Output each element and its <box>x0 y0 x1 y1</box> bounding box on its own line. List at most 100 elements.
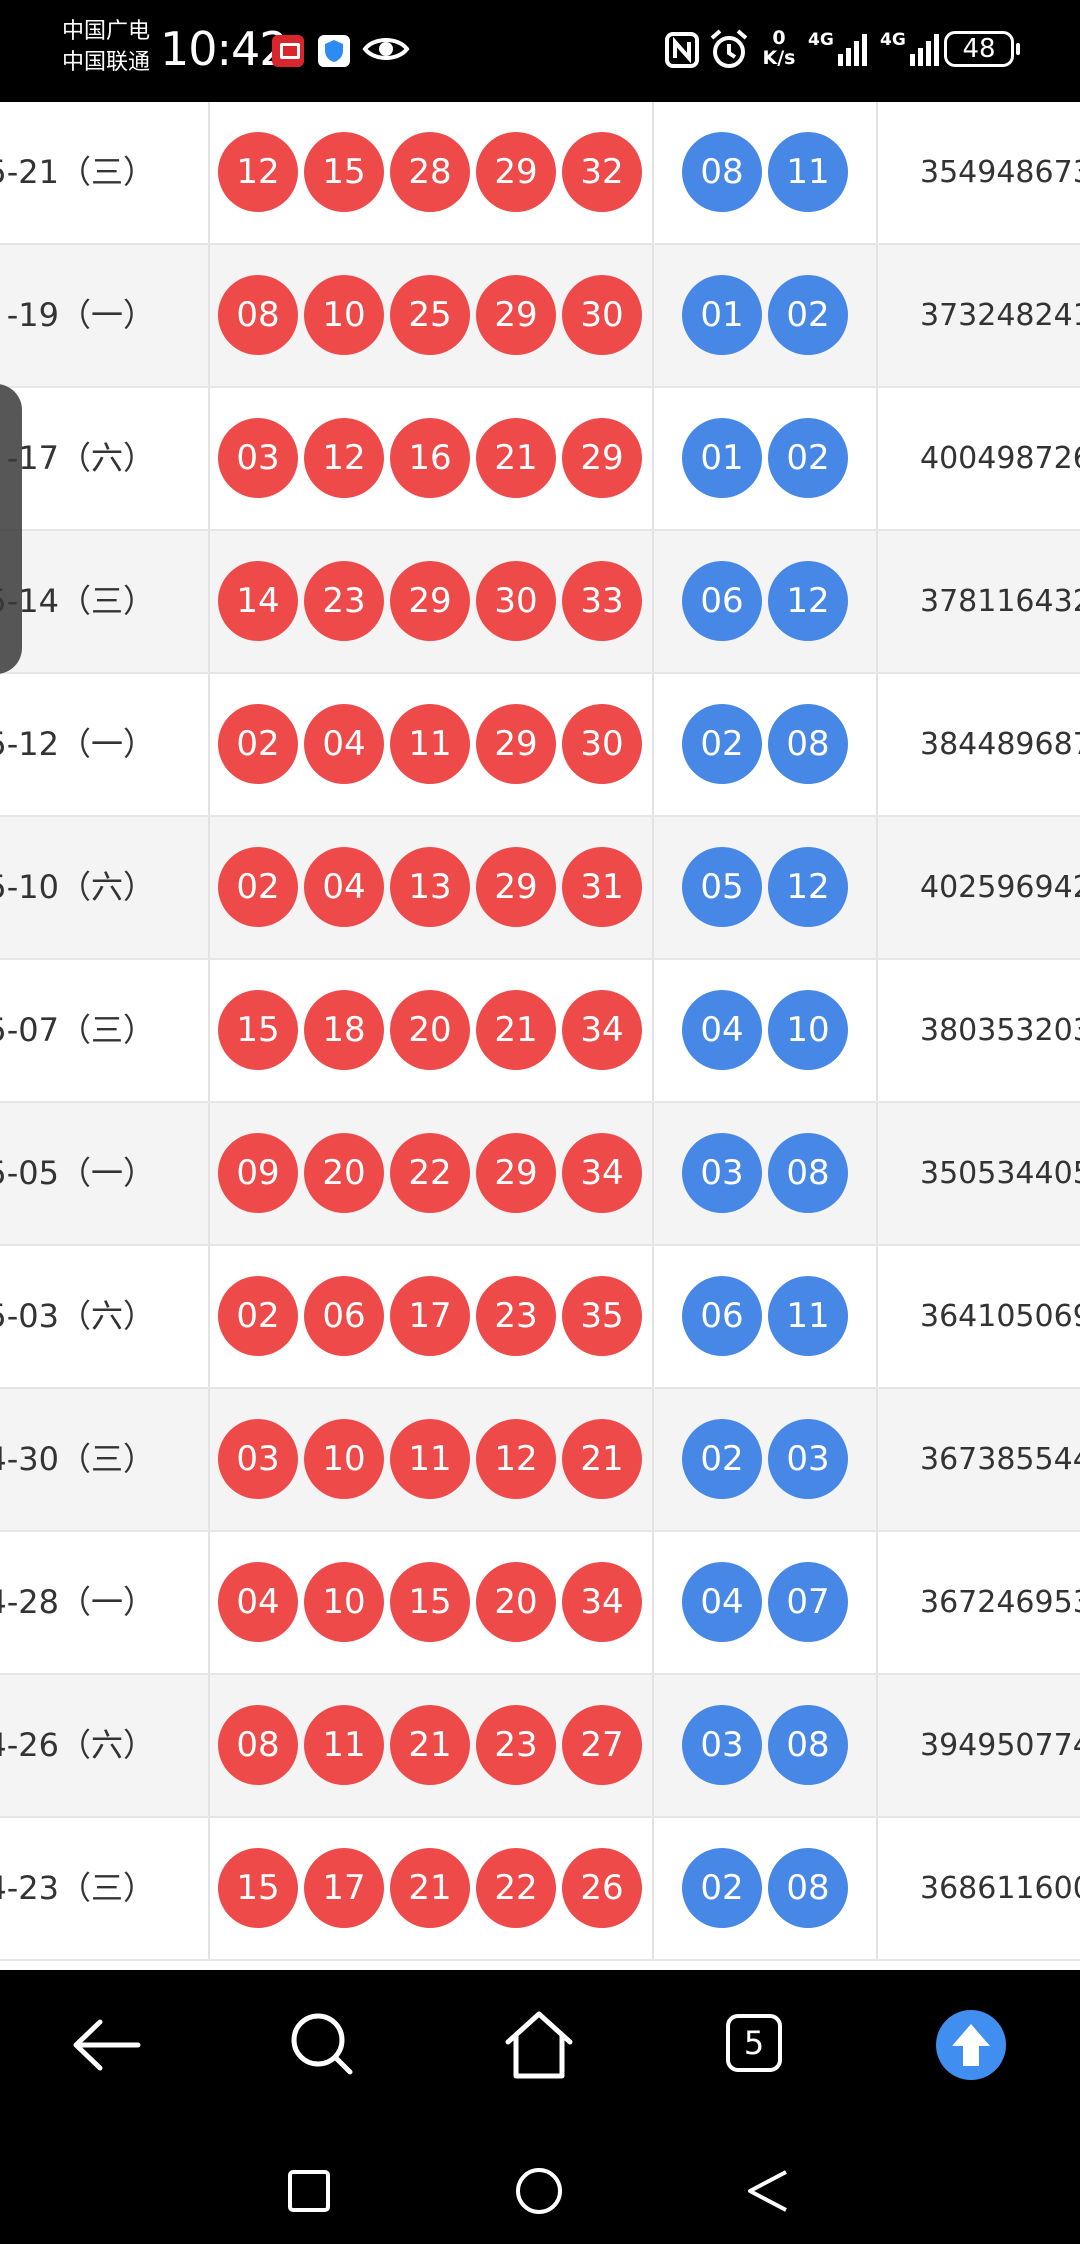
red-ball: 22 <box>390 1133 470 1213</box>
table-row[interactable]: 5-14（三） 14 23 29 30 33 06 12 378116432 <box>0 531 1080 674</box>
draw-date: 4-26（六） <box>0 1726 155 1764</box>
red-ball: 20 <box>304 1133 384 1213</box>
table-row[interactable]: 5-12（一） 02 04 11 29 30 02 08 384489687 <box>0 674 1080 817</box>
browser-toolbar: 5 <box>0 1970 1080 2120</box>
red-ball: 21 <box>476 418 556 498</box>
network-speed-unit: K/s <box>762 47 796 69</box>
column-divider <box>208 1389 210 1530</box>
red-ball: 15 <box>390 1562 470 1642</box>
search-icon <box>291 2013 353 2075</box>
red-ball: 17 <box>390 1276 470 1356</box>
red-ball: 02 <box>218 847 298 927</box>
battery-indicator: 48 <box>944 31 1020 67</box>
back-triangle-icon[interactable] <box>744 2166 794 2216</box>
alarm-icon <box>710 29 748 68</box>
column-divider <box>208 674 210 815</box>
column-divider <box>652 817 654 958</box>
network-speed-value: 0 <box>772 27 786 49</box>
column-divider <box>652 245 654 386</box>
nfc-icon <box>665 32 699 68</box>
home-button[interactable] <box>494 2000 584 2090</box>
table-row[interactable]: 05-21（三） 1215282932 0811 354948673 <box>0 102 1080 245</box>
red-ball: 35 <box>562 1276 642 1356</box>
draw-date: -17（六） <box>6 439 155 477</box>
scroll-top-button[interactable] <box>926 2000 1016 2090</box>
column-divider <box>652 1246 654 1387</box>
sales-amount: 402596942 <box>920 870 1080 905</box>
blue-ball: 06 <box>682 561 762 641</box>
back-button[interactable] <box>62 2000 152 2090</box>
recents-square-icon[interactable] <box>286 2168 332 2214</box>
table-row[interactable]: 4-30（三） 03 10 11 12 21 02 03 367385544 <box>0 1389 1080 1532</box>
red-ball: 31 <box>562 847 642 927</box>
draw-date: 5-14（三） <box>0 582 155 620</box>
tabs-icon: 5 <box>726 2014 782 2072</box>
red-ball: 17 <box>304 1848 384 1928</box>
red-ball: 21 <box>390 1848 470 1928</box>
red-ball: 13 <box>390 847 470 927</box>
blue-ball: 03 <box>682 1705 762 1785</box>
news-app-icon <box>272 35 304 67</box>
red-ball: 29 <box>476 1133 556 1213</box>
red-ball: 33 <box>562 561 642 641</box>
sales-amount: 373248241 <box>920 298 1080 333</box>
draw-date: 5-12（一） <box>0 725 155 763</box>
blue-ball: 01 <box>682 418 762 498</box>
table-row[interactable]: 4-26（六） 08 11 21 23 27 03 08 394950774 <box>0 1675 1080 1818</box>
blue-ball: 02 <box>768 275 848 355</box>
red-ball: 34 <box>562 990 642 1070</box>
table-row[interactable]: 5-07（三） 15 18 20 21 34 04 10 380353203 <box>0 960 1080 1103</box>
column-divider <box>876 1675 878 1816</box>
column-divider <box>208 1818 210 1959</box>
network-speed: 0 K/s <box>760 28 798 68</box>
column-divider <box>876 1103 878 1244</box>
blue-ball: 11 <box>768 1276 848 1356</box>
draw-date: -19（一） <box>6 296 155 334</box>
blue-ball: 08 <box>768 1133 848 1213</box>
table-row[interactable]: -19（一） 08 10 25 29 30 01 02 373248241 <box>0 245 1080 388</box>
blue-ball: 03 <box>768 1419 848 1499</box>
red-ball: 29 <box>562 418 642 498</box>
red-ball: 28 <box>390 132 470 212</box>
sales-amount: 367385544 <box>920 1442 1080 1477</box>
floating-side-handle[interactable] <box>0 384 22 674</box>
table-row[interactable]: 5-03（六） 02 06 17 23 35 06 11 364105069 <box>0 1246 1080 1389</box>
column-divider <box>208 388 210 529</box>
sales-amount: 364105069 <box>920 1299 1080 1334</box>
column-divider <box>876 102 878 243</box>
column-divider <box>876 1246 878 1387</box>
draw-results-table[interactable]: 05-21（三）12152829320811354948673 -19（一） 08 1… <box>0 102 1080 1970</box>
red-ball: 22 <box>476 1848 556 1928</box>
table-row[interactable]: 4-28（一） 04 10 15 20 34 04 07 367246953 <box>0 1532 1080 1675</box>
column-divider <box>208 1532 210 1673</box>
back-arrow-icon <box>73 2019 141 2071</box>
sales-amount: 384489687 <box>920 727 1080 762</box>
blue-ball: 10 <box>768 990 848 1070</box>
table-row[interactable]: 05-05（一） 0920222934 0308 350534405 <box>0 1103 1080 1246</box>
signal-bars-2-icon <box>910 34 939 66</box>
sales-amount: 400498726 <box>920 441 1080 476</box>
draw-date: 5-10（六） <box>0 868 155 906</box>
red-ball: 15 <box>218 1848 298 1928</box>
red-ball: 15 <box>218 990 298 1070</box>
draw-date: 4-28（一） <box>0 1583 155 1621</box>
blue-ball: 05 <box>682 847 762 927</box>
column-divider <box>208 1246 210 1387</box>
table-row[interactable]: -17（六） 03 12 16 21 29 01 02 400498726 <box>0 388 1080 531</box>
search-button[interactable] <box>278 2000 368 2090</box>
red-ball: 30 <box>476 561 556 641</box>
table-row[interactable]: 4-23（三） 15 17 21 22 26 02 08 368611600 <box>0 1818 1080 1961</box>
red-ball: 03 <box>218 418 298 498</box>
red-ball: 21 <box>390 1705 470 1785</box>
carrier-names: 中国广电 中国联通 <box>62 16 150 78</box>
home-circle-icon[interactable] <box>514 2166 564 2216</box>
sales-amount: 368611600 <box>920 1871 1080 1906</box>
red-ball: 21 <box>476 990 556 1070</box>
table-row[interactable]: 5-10（六） 02 04 13 29 31 05 12 402596942 <box>0 817 1080 960</box>
security-shield-icon <box>318 35 350 67</box>
red-ball: 32 <box>562 132 642 212</box>
blue-ball: 06 <box>682 1276 762 1356</box>
blue-ball: 11 <box>768 132 848 212</box>
tabs-button[interactable]: 5 <box>710 2000 800 2090</box>
red-ball: 29 <box>476 704 556 784</box>
